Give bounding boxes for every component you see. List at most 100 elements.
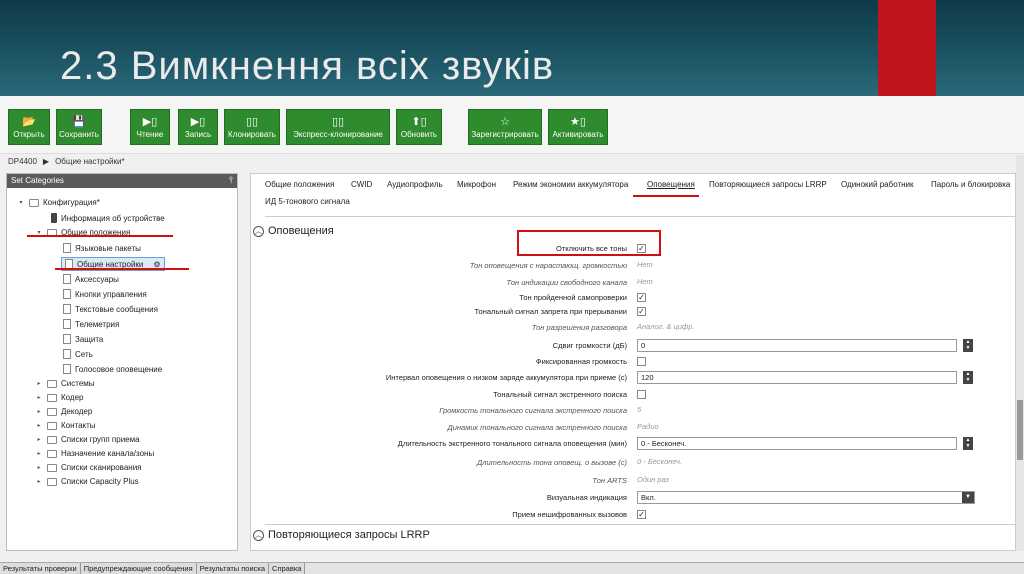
tree-item-scan-lists[interactable]: ▸ Списки сканирования [35, 463, 141, 472]
document-icon [63, 243, 71, 253]
breadcrumb: DP4400 ▶ Общие настройки* [8, 157, 125, 166]
volume-offset-input[interactable]: 0 [637, 339, 957, 352]
chevron-down-icon[interactable]: ▼ [962, 492, 974, 503]
expand-icon[interactable]: ▸ [35, 422, 43, 429]
unencrypted-rx-checkbox[interactable]: ✓ [637, 510, 646, 519]
spinner-icon[interactable]: ▲ ▼ [963, 437, 973, 450]
interrupt-tone-checkbox[interactable]: ✓ [637, 307, 646, 316]
register-button[interactable]: ☆ Зарегистрировать [468, 109, 542, 145]
express-clone-button[interactable]: ▯▯ Экспресс-клонирование [286, 109, 390, 145]
row-fixed-volume: Фиксированная громкость [251, 355, 1011, 369]
tab-search-results[interactable]: Результаты поиска [196, 563, 270, 574]
tree-item-contacts[interactable]: ▸ Контакты [35, 421, 95, 430]
breadcrumb-page[interactable]: Общие настройки* [55, 157, 125, 166]
tab-cwid[interactable]: CWID [351, 180, 372, 189]
tab-5tone-id[interactable]: ИД 5-тонового сигнала [265, 197, 350, 206]
tree-item-buttons[interactable]: Кнопки управления [63, 289, 147, 299]
update-icon: ⬆▯ [411, 114, 427, 128]
tree-item-lang-packs[interactable]: Языковые пакеты [63, 243, 141, 253]
document-icon [63, 304, 71, 314]
tab-password-lock[interactable]: Пароль и блокировка [931, 180, 1010, 189]
write-button[interactable]: ▶▯ Запись [178, 109, 218, 145]
folder-icon [47, 407, 57, 416]
row-unencrypted-rx: Прием нешифрованных вызовов ✓ [512, 510, 646, 519]
tree-item-coder[interactable]: ▸ Кодер [35, 393, 83, 402]
collapse-circle-icon[interactable]: ︿ [253, 529, 264, 541]
tab-lone-worker[interactable]: Одинокий работник [841, 180, 914, 189]
tab-battery-saver[interactable]: Режим экономии аккумулятора [513, 180, 628, 189]
expand-icon[interactable]: ▸ [35, 380, 43, 387]
tab-general[interactable]: Общие положения [265, 180, 334, 189]
document-icon [63, 319, 71, 329]
collapse-icon[interactable]: ▾ [17, 199, 25, 206]
toolbar: 📂 Открыть 💾 Сохранить ▶▯ Чтение ▶▯ Запис… [0, 96, 1024, 154]
tab-audio-profile[interactable]: Аудиопрофиль [387, 180, 443, 189]
spinner-icon[interactable]: ▲ ▼ [963, 339, 973, 352]
tab-lrrp[interactable]: Повторяющиеся запросы LRRP [709, 180, 827, 189]
tree-item-config[interactable]: ▾ Конфигурация* [17, 198, 99, 207]
slide-header: 2.3 Вимкнення всіх звуків [0, 0, 1024, 96]
tree-item-telemetry[interactable]: Телеметрия [63, 319, 119, 329]
categories-panel: Set Categories ⫯ ▾ Конфигурация* Информа… [6, 173, 238, 551]
tab-microphone[interactable]: Микрофон [457, 180, 496, 189]
row-low-batt-interval: Интервал оповещения о низком заряде акку… [251, 371, 1011, 385]
tree-item-systems[interactable]: ▸ Системы [35, 379, 94, 388]
tree-item-voice-alert[interactable]: Голосовое оповещение [63, 364, 162, 374]
tab-help[interactable]: Справка [269, 563, 306, 574]
section-lrrp[interactable]: ︿ Повторяющиеся запросы LRRP [253, 529, 430, 541]
divider [265, 524, 1015, 525]
expand-icon[interactable]: ▸ [35, 408, 43, 415]
fixed-volume-checkbox[interactable] [637, 357, 646, 366]
tree-item-rx-groups[interactable]: ▸ Списки групп приема [35, 435, 139, 444]
row-talk-permit-tone: Тон разрешения разговора Аналог. & цифр. [531, 322, 695, 332]
section-alerts[interactable]: ︿ Оповещения [253, 225, 334, 237]
star-outline-icon: ☆ [500, 114, 510, 128]
settings-panel: Общие положения CWID Аудиопрофиль Микроф… [250, 173, 1016, 551]
tree-item-decoder[interactable]: ▸ Декодер [35, 407, 92, 416]
emergency-tone-checkbox[interactable] [637, 390, 646, 399]
tree-item-text-msgs[interactable]: Текстовые сообщения [63, 304, 158, 314]
read-button[interactable]: ▶▯ Чтение [130, 109, 170, 145]
emergency-duration-input[interactable]: 0 - Бесконеч. [637, 437, 957, 450]
tree-item-accessories[interactable]: Аксессуары [63, 274, 119, 284]
update-button[interactable]: ⬆▯ Обновить [396, 109, 442, 145]
red-accent-bar [878, 0, 936, 96]
expand-icon[interactable]: ▸ [35, 394, 43, 401]
slide-title: 2.3 Вимкнення всіх звуків [60, 44, 555, 88]
row-visual-indication: Визуальная индикация Вкл. ▼ [251, 491, 1011, 505]
expand-icon[interactable]: ▸ [35, 436, 43, 443]
expand-icon[interactable]: ▸ [35, 478, 43, 485]
tree-item-network[interactable]: Сеть [63, 349, 93, 359]
tree-item-protection[interactable]: Защита [63, 334, 103, 344]
activate-button[interactable]: ★▯ Активировать [548, 109, 608, 145]
tree-item-channel-zones[interactable]: ▸ Назначение канала/зоны [35, 449, 154, 458]
folder-icon [47, 463, 57, 472]
collapse-circle-icon[interactable]: ︿ [253, 225, 264, 237]
expand-icon[interactable]: ▸ [35, 450, 43, 457]
visual-indication-select[interactable]: Вкл. ▼ [637, 491, 975, 504]
breadcrumb-device[interactable]: DP4400 [8, 157, 37, 166]
spinner-icon[interactable]: ▲ ▼ [963, 371, 973, 384]
low-batt-interval-input[interactable]: 120 [637, 371, 957, 384]
save-icon: 💾 [72, 114, 86, 128]
scrollbar[interactable] [1016, 155, 1024, 551]
tab-warnings[interactable]: Предупреждающие сообщения [80, 563, 197, 574]
save-button[interactable]: 💾 Сохранить [56, 109, 102, 145]
tab-alerts[interactable]: Оповещения [647, 180, 695, 189]
scrollbar-thumb[interactable] [1017, 400, 1023, 460]
expand-icon[interactable]: ▸ [35, 464, 43, 471]
document-icon [63, 289, 71, 299]
tree-item-device-info[interactable]: Информация об устройстве [51, 213, 165, 223]
tree-item-capacity-plus[interactable]: ▸ Списки Capacity Plus [35, 477, 138, 486]
self-test-tone-checkbox[interactable]: ✓ [637, 293, 646, 302]
pin-icon[interactable]: ⫯ [229, 175, 233, 186]
row-free-channel-tone: Тон индикации свободного канала Нет [506, 277, 653, 287]
clone-icon: ▯▯ [245, 114, 259, 128]
folder-icon [47, 379, 57, 388]
document-icon [63, 364, 71, 374]
panel-header: Set Categories ⫯ [7, 174, 237, 188]
open-button[interactable]: 📂 Открыть [8, 109, 50, 145]
clone-button[interactable]: ▯▯ Клонировать [224, 109, 280, 145]
config-icon [29, 198, 39, 207]
tab-check-results[interactable]: Результаты проверки [0, 563, 81, 574]
